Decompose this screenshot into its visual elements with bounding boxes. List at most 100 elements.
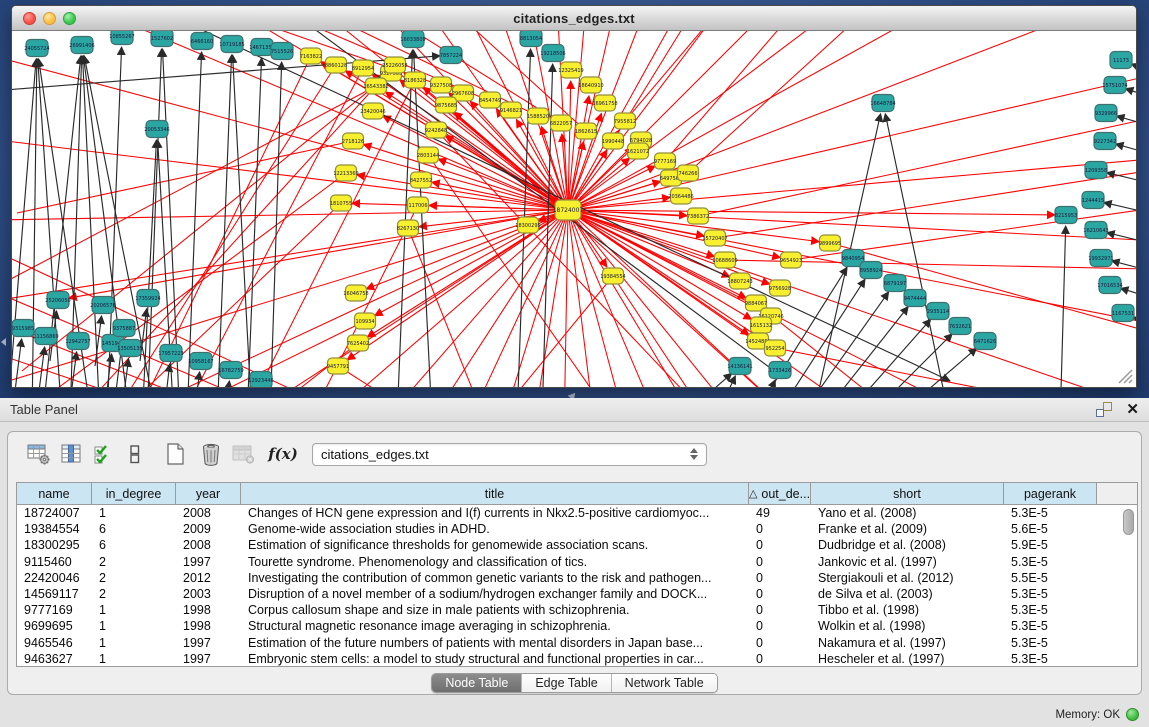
table-row[interactable]: 1456911722003Disruption of a novel membe… bbox=[17, 586, 1137, 602]
table-row[interactable]: 977716911998Corpus callosum shape and si… bbox=[17, 602, 1137, 618]
cell-name[interactable]: 9463627 bbox=[17, 651, 92, 667]
table-row[interactable]: 1830029562008Estimation of significance … bbox=[17, 537, 1137, 553]
cell-title[interactable]: Genome-wide association studies in ADHD. bbox=[241, 521, 749, 537]
cell-year[interactable]: 1997 bbox=[176, 651, 241, 667]
table-settings-button[interactable] bbox=[24, 440, 54, 468]
cell-year[interactable]: 1997 bbox=[176, 554, 241, 570]
cell-pagerank[interactable]: 5.9E-5 bbox=[1004, 537, 1097, 553]
cell-in-degree[interactable]: 2 bbox=[92, 586, 176, 602]
cell-name[interactable]: 18724007 bbox=[17, 505, 92, 521]
delete-trash-button[interactable] bbox=[196, 440, 226, 468]
cell-in-degree[interactable]: 1 bbox=[92, 505, 176, 521]
vertical-scrollbar-thumb[interactable] bbox=[1123, 509, 1134, 535]
network-canvas[interactable]: 2405572426991406108552671527602646616010… bbox=[12, 31, 1136, 387]
table-row[interactable]: 946362711997Embryonic stem cells: a mode… bbox=[17, 651, 1137, 667]
cell-short[interactable]: Tibbo et al. (1998) bbox=[811, 602, 1004, 618]
tab-edge-table[interactable]: Edge Table bbox=[522, 674, 611, 692]
minimize-window-icon[interactable] bbox=[43, 12, 56, 25]
cell-in-degree[interactable]: 2 bbox=[92, 570, 176, 586]
cell-title[interactable]: Structural magnetic resonance image aver… bbox=[241, 618, 749, 634]
cell-pagerank[interactable]: 5.6E-5 bbox=[1004, 521, 1097, 537]
cell-short[interactable]: Franke et al. (2009) bbox=[811, 521, 1004, 537]
tab-network-table[interactable]: Network Table bbox=[612, 674, 717, 692]
function-builder-button[interactable]: f(x) bbox=[268, 440, 298, 468]
cell-pagerank[interactable]: 5.3E-5 bbox=[1004, 651, 1097, 667]
cell-short[interactable]: Dudbridge et al. (2008) bbox=[811, 537, 1004, 553]
table-row[interactable]: 911546021997Tourette syndrome. Phenomeno… bbox=[17, 554, 1137, 570]
cell-year[interactable]: 2012 bbox=[176, 570, 241, 586]
panel-collapse-arrow-icon[interactable] bbox=[1, 338, 6, 346]
cell-out-de-[interactable]: 49 bbox=[749, 505, 811, 521]
table-row[interactable]: 2242004622012Investigating the contribut… bbox=[17, 570, 1137, 586]
cell-title[interactable]: Disruption of a novel member of a sodium… bbox=[241, 586, 749, 602]
cell-short[interactable]: Hescheler et al. (1997) bbox=[811, 651, 1004, 667]
cell-pagerank[interactable]: 5.3E-5 bbox=[1004, 554, 1097, 570]
cell-title[interactable]: Investigating the contribution of common… bbox=[241, 570, 749, 586]
cell-title[interactable]: Tourette syndrome. Phenomenology and cla… bbox=[241, 554, 749, 570]
cell-short[interactable]: Wolkin et al. (1998) bbox=[811, 618, 1004, 634]
cell-title[interactable]: Corpus callosum shape and size in male p… bbox=[241, 602, 749, 618]
close-panel-icon[interactable]: ✕ bbox=[1126, 402, 1139, 417]
close-window-icon[interactable] bbox=[23, 12, 36, 25]
column-header-in-degree[interactable]: in_degree bbox=[92, 483, 176, 504]
new-table-button[interactable] bbox=[160, 440, 190, 468]
cell-title[interactable]: Embryonic stem cells: a model to study s… bbox=[241, 651, 749, 667]
table-row[interactable]: 1938455462009Genome-wide association stu… bbox=[17, 521, 1137, 537]
delete-table-button-disabled[interactable] bbox=[228, 440, 258, 468]
cell-title[interactable]: Estimation of the future numbers of pati… bbox=[241, 635, 749, 651]
column-header-out-de-[interactable]: △out_de... bbox=[749, 483, 811, 504]
cell-short[interactable]: de Silva et al. (2003) bbox=[811, 586, 1004, 602]
cell-out-de-[interactable]: 0 bbox=[749, 586, 811, 602]
window-resize-grip[interactable] bbox=[1115, 366, 1133, 384]
cell-pagerank[interactable]: 5.3E-5 bbox=[1004, 505, 1097, 521]
cell-in-degree[interactable]: 6 bbox=[92, 521, 176, 537]
column-header-title[interactable]: title bbox=[241, 483, 749, 504]
cell-name[interactable]: 22420046 bbox=[17, 570, 92, 586]
cell-in-degree[interactable]: 1 bbox=[92, 618, 176, 634]
cell-out-de-[interactable]: 0 bbox=[749, 570, 811, 586]
cell-year[interactable]: 2008 bbox=[176, 505, 241, 521]
select-columns-button[interactable] bbox=[56, 440, 86, 468]
cell-year[interactable]: 2008 bbox=[176, 537, 241, 553]
zoom-window-icon[interactable] bbox=[63, 12, 76, 25]
cell-title[interactable]: Estimation of significance thresholds fo… bbox=[241, 537, 749, 553]
cell-name[interactable]: 9699695 bbox=[17, 618, 92, 634]
cell-pagerank[interactable]: 5.3E-5 bbox=[1004, 602, 1097, 618]
cell-name[interactable]: 9115460 bbox=[17, 554, 92, 570]
network-canvas-area[interactable]: 2405572426991406108552671527602646616010… bbox=[12, 31, 1136, 387]
cell-title[interactable]: Changes of HCN gene expression and I(f) … bbox=[241, 505, 749, 521]
cell-year[interactable]: 2009 bbox=[176, 521, 241, 537]
cell-pagerank[interactable]: 5.3E-5 bbox=[1004, 635, 1097, 651]
cell-year[interactable]: 1997 bbox=[176, 635, 241, 651]
cell-in-degree[interactable]: 1 bbox=[92, 602, 176, 618]
column-header-name[interactable]: name bbox=[17, 483, 92, 504]
cell-year[interactable]: 2003 bbox=[176, 586, 241, 602]
cell-in-degree[interactable]: 1 bbox=[92, 635, 176, 651]
cell-short[interactable]: Yano et al. (2008) bbox=[811, 505, 1004, 521]
cell-out-de-[interactable]: 0 bbox=[749, 537, 811, 553]
table-panel-titlebar[interactable]: Table Panel ✕ bbox=[0, 398, 1149, 422]
cell-year[interactable]: 1998 bbox=[176, 618, 241, 634]
cell-name[interactable]: 14569117 bbox=[17, 586, 92, 602]
column-header-year[interactable]: year bbox=[176, 483, 241, 504]
float-panel-icon[interactable] bbox=[1096, 402, 1112, 417]
cell-out-de-[interactable]: 0 bbox=[749, 521, 811, 537]
cell-pagerank[interactable]: 5.3E-5 bbox=[1004, 586, 1097, 602]
table-row[interactable]: 1872400712008Changes of HCN gene express… bbox=[17, 505, 1137, 521]
cell-short[interactable]: Nakamura et al. (1997) bbox=[811, 635, 1004, 651]
cell-name[interactable]: 19384554 bbox=[17, 521, 92, 537]
cell-out-de-[interactable]: 0 bbox=[749, 554, 811, 570]
column-header-pagerank[interactable]: pagerank bbox=[1004, 483, 1097, 504]
cell-out-de-[interactable]: 0 bbox=[749, 635, 811, 651]
cell-in-degree[interactable]: 2 bbox=[92, 554, 176, 570]
checklist-button[interactable] bbox=[88, 440, 118, 468]
cell-year[interactable]: 1998 bbox=[176, 602, 241, 618]
cell-in-degree[interactable]: 6 bbox=[92, 537, 176, 553]
cell-out-de-[interactable]: 0 bbox=[749, 651, 811, 667]
cell-name[interactable]: 9777169 bbox=[17, 602, 92, 618]
table-row[interactable]: 946554611997Estimation of the future num… bbox=[17, 635, 1137, 651]
window-titlebar[interactable]: citations_edges.txt bbox=[12, 6, 1136, 31]
cell-out-de-[interactable]: 0 bbox=[749, 618, 811, 634]
cell-pagerank[interactable]: 5.5E-5 bbox=[1004, 570, 1097, 586]
cell-short[interactable]: Stergiakouli et al. (2012) bbox=[811, 570, 1004, 586]
